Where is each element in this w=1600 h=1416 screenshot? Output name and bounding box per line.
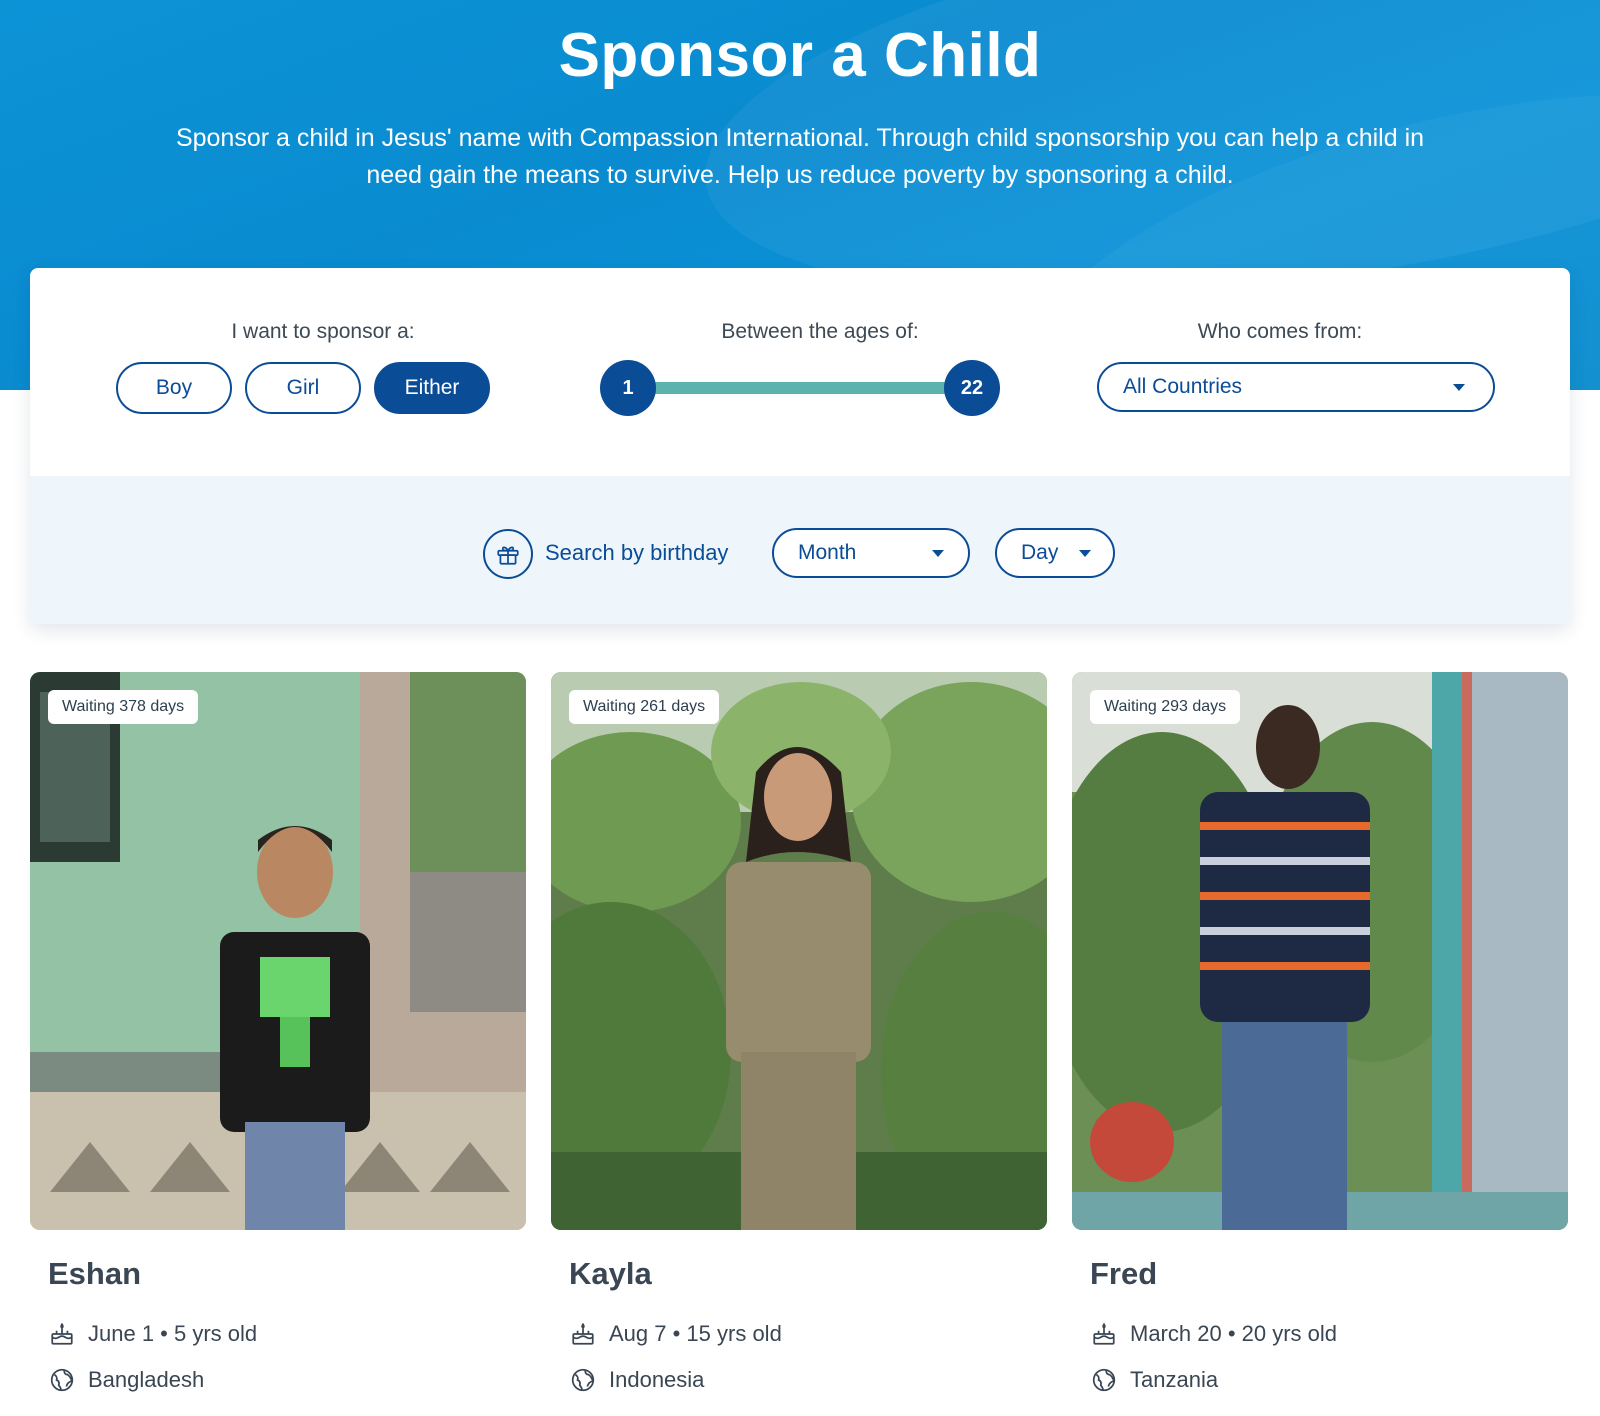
child-birthday-text: Aug 7 • 15 yrs old — [609, 1321, 782, 1346]
age-filter-label: Between the ages of: — [721, 320, 919, 343]
child-photo-image — [1072, 672, 1568, 1230]
child-photo-image — [551, 672, 1047, 1230]
child-birthday-text: June 1 • 5 yrs old — [88, 1321, 258, 1346]
child-country-row: Indonesia — [569, 1366, 704, 1394]
child-name[interactable]: Kayla — [569, 1256, 652, 1292]
birthday-cake-icon — [48, 1320, 76, 1348]
birthday-search-row: Search by birthday Month Day — [30, 476, 1570, 624]
globe-icon — [1090, 1366, 1118, 1394]
child-birthday-text: March 20 • 20 yrs old — [1130, 1321, 1338, 1346]
child-country-row: Tanzania — [1090, 1366, 1218, 1394]
age-min-handle[interactable]: 1 — [600, 360, 656, 416]
child-photo-image — [30, 672, 526, 1230]
age-max-handle[interactable]: 22 — [944, 360, 1000, 416]
child-card[interactable]: Waiting 293 days Fred March 20 • 20 yrs … — [1072, 672, 1568, 1412]
caret-down-icon — [932, 550, 944, 557]
birth-month-value: Month — [798, 541, 857, 564]
child-card[interactable]: Waiting 261 days Kayla Aug 7 • 15 yrs ol… — [551, 672, 1047, 1412]
globe-icon — [569, 1366, 597, 1394]
child-country-row: Bangladesh — [48, 1366, 204, 1394]
child-photo[interactable]: Waiting 261 days — [551, 672, 1047, 1230]
waiting-badge: Waiting 293 days — [1090, 690, 1241, 724]
country-filter-label: Who comes from: — [1197, 320, 1363, 343]
caret-down-icon — [1453, 384, 1465, 391]
birth-day-select[interactable]: Day — [995, 528, 1115, 578]
waiting-badge: Waiting 378 days — [48, 690, 199, 724]
gift-icon — [483, 529, 533, 579]
gender-either-button[interactable]: Either — [374, 362, 490, 414]
birthday-cake-icon — [569, 1320, 597, 1348]
caret-down-icon — [1079, 550, 1091, 557]
child-name[interactable]: Eshan — [48, 1256, 141, 1292]
birth-day-value: Day — [1021, 541, 1059, 564]
birth-month-select[interactable]: Month — [772, 528, 970, 578]
child-birthday-row: Aug 7 • 15 yrs old — [569, 1320, 782, 1348]
waiting-badge: Waiting 261 days — [569, 690, 720, 724]
child-country-text: Tanzania — [1130, 1367, 1219, 1392]
birthday-search-label[interactable]: Search by birthday — [545, 540, 728, 566]
filter-main-row: I want to sponsor a: Boy Girl Either Bet… — [30, 268, 1570, 476]
page-subtitle: Sponsor a child in Jesus' name with Comp… — [175, 124, 1425, 189]
child-birthday-row: March 20 • 20 yrs old — [1090, 1320, 1337, 1348]
gender-girl-button[interactable]: Girl — [245, 362, 361, 414]
child-country-text: Indonesia — [609, 1367, 705, 1392]
child-card[interactable]: Waiting 378 days Eshan June 1 • 5 yrs ol… — [30, 672, 526, 1412]
child-photo[interactable]: Waiting 378 days — [30, 672, 526, 1230]
country-select-value: All Countries — [1123, 375, 1243, 398]
filter-panel: I want to sponsor a: Boy Girl Either Bet… — [30, 268, 1570, 624]
gender-boy-button[interactable]: Boy — [116, 362, 232, 414]
gender-filter-label: I want to sponsor a: — [231, 320, 415, 343]
child-photo[interactable]: Waiting 293 days — [1072, 672, 1568, 1230]
birthday-cake-icon — [1090, 1320, 1118, 1348]
globe-icon — [48, 1366, 76, 1394]
child-name[interactable]: Fred — [1090, 1256, 1157, 1292]
child-country-text: Bangladesh — [88, 1367, 205, 1392]
child-birthday-row: June 1 • 5 yrs old — [48, 1320, 257, 1348]
country-select[interactable]: All Countries — [1097, 362, 1495, 412]
page-title: Sponsor a Child — [558, 21, 1042, 90]
